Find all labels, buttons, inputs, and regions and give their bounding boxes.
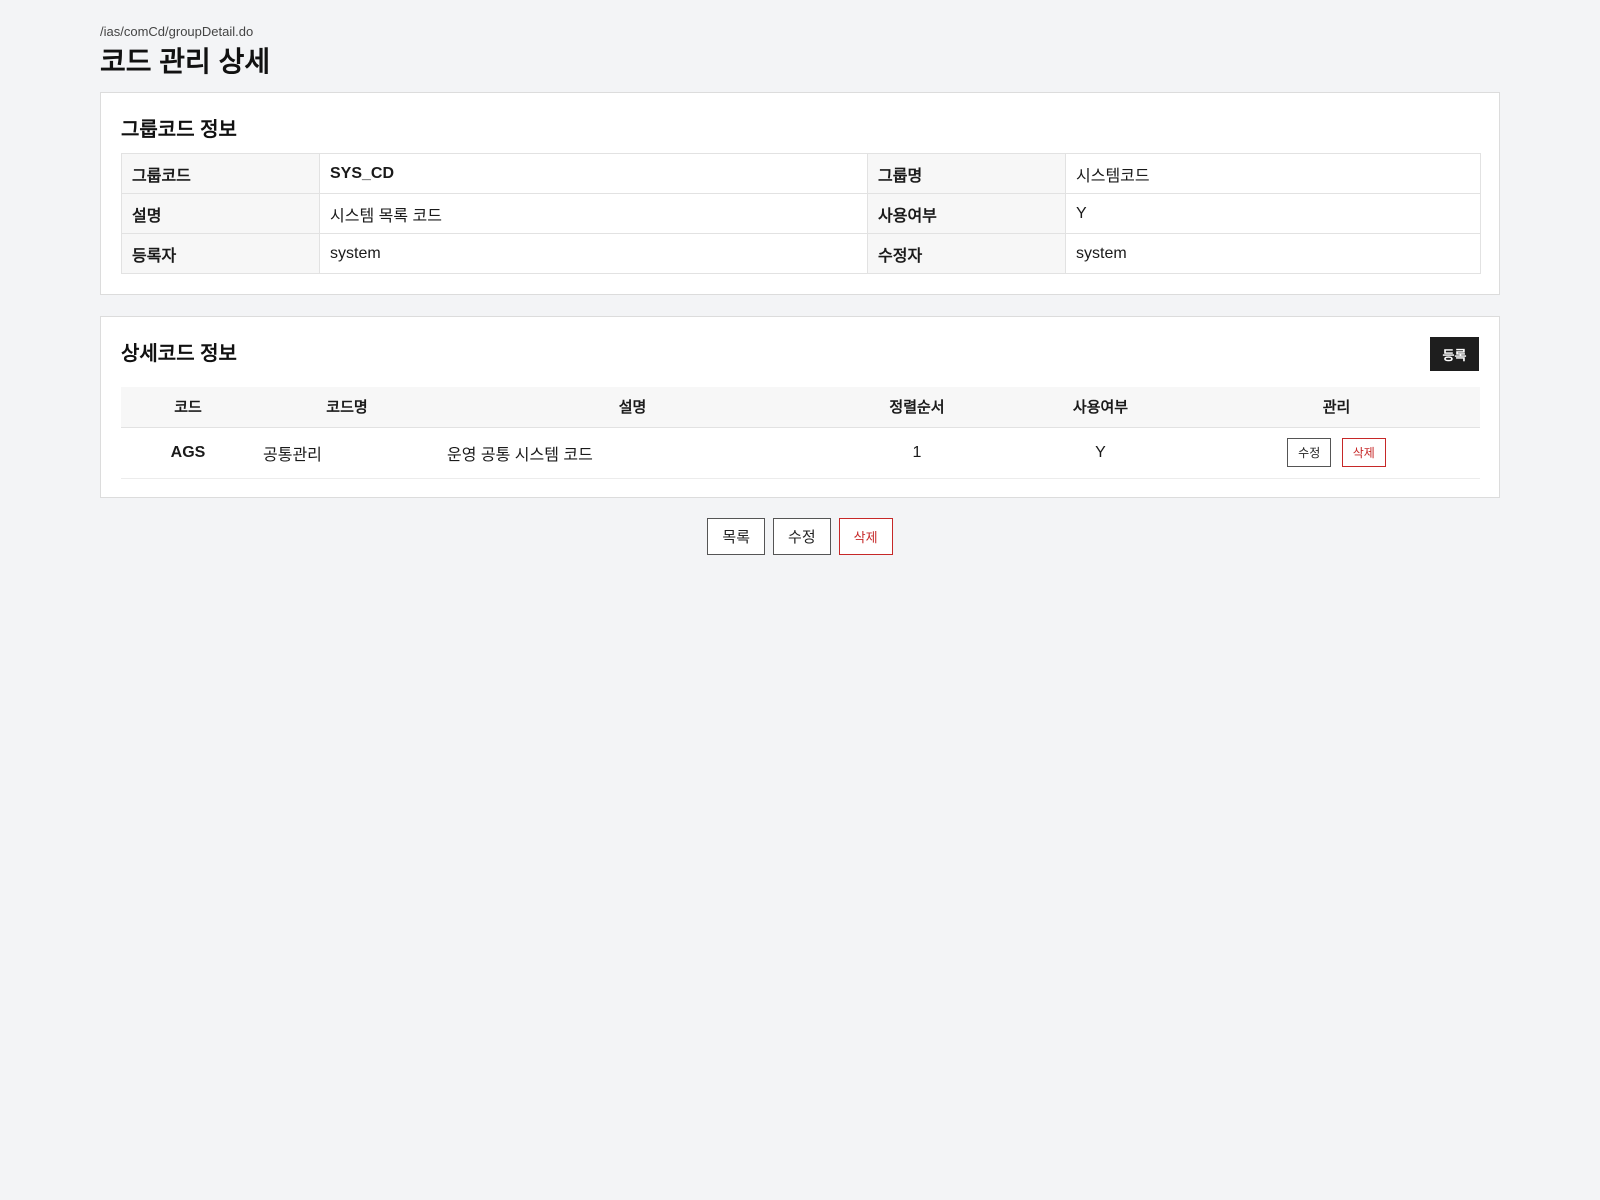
bottom-actions: 목록 수정 삭제: [0, 518, 1600, 555]
value-group-name: 시스템코드: [1065, 153, 1481, 194]
cell-manage: 수정 삭제: [1193, 427, 1480, 479]
label-modifier: 수정자: [867, 233, 1066, 274]
cell-sort-order: 1: [826, 427, 1008, 479]
cell-code-name: 공통관리: [255, 427, 439, 479]
label-registrant: 등록자: [121, 233, 320, 274]
edit-button[interactable]: 수정: [773, 518, 831, 555]
value-registrant: system: [319, 233, 868, 274]
url-path: /ias/comCd/groupDetail.do: [100, 24, 254, 39]
header-manage: 관리: [1193, 387, 1480, 428]
cell-use-yn: Y: [1008, 427, 1193, 479]
detail-info-panel: 상세코드 정보 등록 코드 코드명 설명 정렬순서 사용여부 관리 AGS 공통: [100, 316, 1500, 498]
value-modifier: system: [1065, 233, 1481, 274]
label-group-name: 그룹명: [867, 153, 1066, 194]
cell-code: AGS: [121, 427, 255, 479]
table-header-row: 코드 코드명 설명 정렬순서 사용여부 관리: [121, 387, 1480, 428]
info-row-description: 설명 시스템 목록 코드 사용여부 Y: [121, 193, 1481, 234]
page: /ias/comCd/groupDetail.do 코드 관리 상세 그룹코드 …: [0, 0, 1600, 1200]
label-group-code: 그룹코드: [121, 153, 320, 194]
group-info-panel: 그룹코드 정보 그룹코드 SYS_CD 그룹명 시스템코드 설명 시스템 목록 …: [100, 92, 1500, 295]
value-group-code: SYS_CD: [319, 153, 868, 194]
label-description: 설명: [121, 193, 320, 234]
page-title: 코드 관리 상세: [100, 46, 271, 77]
table-row: AGS 공통관리 운영 공통 시스템 코드 1 Y 수정 삭제: [121, 427, 1480, 479]
row-delete-button[interactable]: 삭제: [1341, 438, 1386, 467]
header-code-name: 코드명: [255, 387, 439, 428]
header-code: 코드: [121, 387, 255, 428]
header-description: 설명: [439, 387, 826, 428]
row-edit-button[interactable]: 수정: [1287, 438, 1332, 467]
group-info-table: 그룹코드 SYS_CD 그룹명 시스템코드 설명 시스템 목록 코드 사용여부 …: [121, 153, 1481, 274]
delete-button[interactable]: 삭제: [838, 518, 893, 555]
header-sort-order: 정렬순서: [826, 387, 1008, 428]
register-button[interactable]: 등록: [1430, 337, 1479, 371]
list-button[interactable]: 목록: [707, 518, 766, 555]
label-use-yn: 사용여부: [867, 193, 1066, 234]
header-use-yn: 사용여부: [1008, 387, 1193, 428]
info-row-group-code: 그룹코드 SYS_CD 그룹명 시스템코드: [121, 153, 1481, 194]
detail-code-table: 코드 코드명 설명 정렬순서 사용여부 관리 AGS 공통관리 운영 공통 시스…: [121, 387, 1480, 479]
detail-info-title: 상세코드 정보: [121, 343, 237, 365]
info-row-registrant: 등록자 system 수정자 system: [121, 233, 1481, 274]
value-use-yn: Y: [1065, 193, 1481, 234]
cell-description: 운영 공통 시스템 코드: [439, 427, 826, 479]
group-info-title: 그룹코드 정보: [121, 119, 237, 141]
value-description: 시스템 목록 코드: [319, 193, 868, 234]
